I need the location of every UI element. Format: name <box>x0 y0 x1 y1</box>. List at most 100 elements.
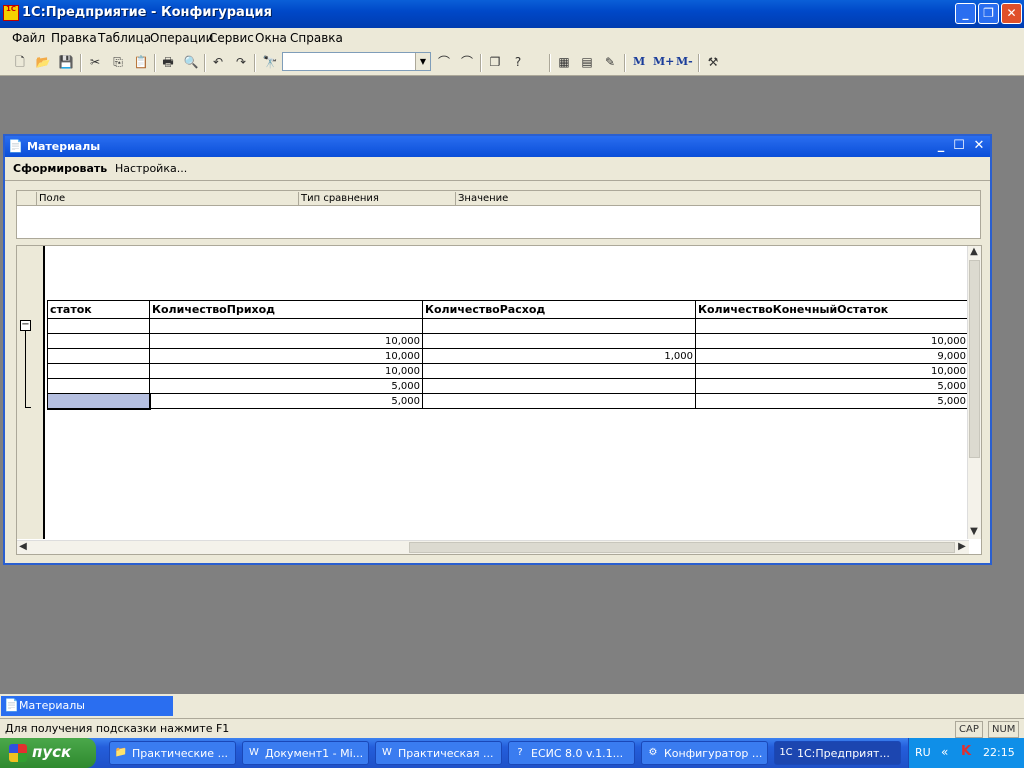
scroll-down-icon[interactable]: ▼ <box>968 526 980 538</box>
task-practical-2[interactable]: W Практическая ... <box>375 741 502 765</box>
table-cell[interactable]: 10,000 <box>149 348 423 364</box>
col-header-quantity-end-balance[interactable]: КоличествоКонечныйОстаток <box>695 300 969 319</box>
find-icon[interactable]: 🔭 <box>262 54 278 70</box>
copy-icon[interactable]: ⎘ <box>110 54 126 70</box>
calculator-icon[interactable]: ▦ <box>556 54 572 70</box>
table-cell[interactable] <box>47 333 150 349</box>
memory-button[interactable]: M <box>633 55 645 68</box>
search-combo[interactable]: ▼ <box>282 52 431 71</box>
task-label: Практическая ... <box>398 747 494 760</box>
find-next-icon[interactable]: ⌒ <box>436 54 452 70</box>
selected-table-cell[interactable] <box>46 392 151 410</box>
vertical-scroll-thumb[interactable] <box>969 260 980 458</box>
tray-expand-icon[interactable]: « <box>941 745 948 759</box>
col-header-balance[interactable]: статок <box>47 300 150 319</box>
table-cell[interactable]: 1,000 <box>422 348 696 364</box>
table-cell[interactable]: 10,000 <box>149 363 423 379</box>
task-esis[interactable]: ? ЕСИС 8.0 v.1.1... <box>508 741 635 765</box>
close-button[interactable]: ✕ <box>1001 3 1022 24</box>
caps-lock-indicator: CAP <box>955 721 983 738</box>
task-configurator[interactable]: ⚙ Конфигуратор ... <box>641 741 768 765</box>
table-cell[interactable]: 10,000 <box>695 333 969 349</box>
menu-edit[interactable]: Правка <box>51 31 97 45</box>
table-cell[interactable]: 10,000 <box>149 333 423 349</box>
settings-button[interactable]: Настройка... <box>115 162 187 175</box>
redo-icon[interactable]: ↷ <box>233 54 249 70</box>
child-minimize-button[interactable]: _ <box>933 138 949 154</box>
memory-minus-button[interactable]: M- <box>676 55 693 68</box>
col-header-quantity-in[interactable]: КоличествоПриход <box>149 300 423 319</box>
table-cell[interactable] <box>422 378 696 394</box>
filter-col-comparison: Тип сравнения <box>298 192 455 206</box>
help-1c-icon[interactable]: ? <box>510 54 526 70</box>
table-cell[interactable] <box>47 378 150 394</box>
menu-help[interactable]: Справка <box>290 31 343 45</box>
table-cell[interactable]: 5,000 <box>695 378 969 394</box>
language-indicator[interactable]: RU <box>915 746 931 759</box>
table-cell[interactable]: 10,000 <box>695 363 969 379</box>
table-cell[interactable] <box>47 318 150 334</box>
start-button[interactable]: пуск <box>0 738 96 768</box>
filter-table[interactable]: Поле Тип сравнения Значение <box>16 190 981 239</box>
menu-file[interactable]: Файл <box>12 31 45 45</box>
save-icon[interactable]: 💾 <box>58 54 74 70</box>
scroll-right-icon[interactable]: ▶ <box>956 541 968 553</box>
task-label: ЕСИС 8.0 v.1.1... <box>531 747 624 760</box>
table-cell[interactable]: 9,000 <box>695 348 969 364</box>
open-icon[interactable]: 📂 <box>35 54 51 70</box>
table-cell[interactable] <box>422 363 696 379</box>
collapse-group-icon[interactable]: − <box>20 320 31 331</box>
table-cell[interactable]: 5,000 <box>149 378 423 394</box>
table-cell[interactable] <box>47 363 150 379</box>
memory-plus-button[interactable]: M+ <box>653 55 674 68</box>
chevron-down-icon[interactable]: ▼ <box>415 53 430 70</box>
print-preview-icon[interactable]: 🔍 <box>183 54 199 70</box>
print-icon[interactable]: 🖶 <box>160 54 176 70</box>
configurator-icon: ⚙ <box>648 747 658 758</box>
table-cell[interactable]: 5,000 <box>149 393 423 409</box>
minimize-button[interactable]: _ <box>955 3 976 24</box>
find-previous-icon[interactable]: ⌒ <box>459 54 475 70</box>
table-cell[interactable] <box>422 333 696 349</box>
filter-col-value: Значение <box>455 192 980 206</box>
paste-icon[interactable]: 📋 <box>133 54 149 70</box>
tools-icon[interactable]: ⚒ <box>705 54 721 70</box>
horizontal-scrollbar[interactable]: ◀ ▶ <box>17 540 969 554</box>
windows-icon[interactable]: ❐ <box>487 54 503 70</box>
scroll-up-icon[interactable]: ▲ <box>968 246 980 258</box>
scroll-left-icon[interactable]: ◀ <box>17 541 29 553</box>
task-1c-enterprise[interactable]: 1С 1С:Предприят... <box>774 741 901 765</box>
table-cell[interactable] <box>47 348 150 364</box>
report-spreadsheet[interactable]: − статок КоличествоПриход КоличествоРасх… <box>16 245 982 555</box>
calendar-icon[interactable]: ▤ <box>579 54 595 70</box>
menu-bar: Файл Правка Таблица Операции Сервис Окна… <box>0 28 1024 50</box>
cut-icon[interactable]: ✂ <box>87 54 103 70</box>
table-cell[interactable] <box>422 318 696 334</box>
new-document-icon[interactable]: 🗋 <box>12 54 28 70</box>
table-cell[interactable] <box>422 393 696 409</box>
menu-operations[interactable]: Операции <box>150 31 213 45</box>
table-cell[interactable] <box>695 318 969 334</box>
table-row: 5,000 5,000 <box>47 378 969 394</box>
menu-service[interactable]: Сервис <box>209 31 254 45</box>
generate-button[interactable]: Сформировать <box>13 162 107 175</box>
tools-wizard-icon[interactable]: ✎ <box>602 54 618 70</box>
status-hint: Для получения подсказки нажмите F1 <box>5 722 230 735</box>
horizontal-scroll-thumb[interactable] <box>409 542 955 553</box>
table-cell[interactable] <box>149 318 423 334</box>
menu-table[interactable]: Таблица <box>98 31 151 45</box>
undo-icon[interactable]: ↶ <box>210 54 226 70</box>
col-header-quantity-out[interactable]: КоличествоРасход <box>422 300 696 319</box>
restore-button[interactable]: ❐ <box>978 3 999 24</box>
child-maximize-button[interactable]: ☐ <box>951 138 967 154</box>
task-practical-1[interactable]: 📁 Практические ... <box>109 741 236 765</box>
window-tab-materials[interactable]: 📄 Материалы <box>1 696 173 716</box>
child-close-button[interactable]: ✕ <box>971 138 987 154</box>
menu-windows[interactable]: Окна <box>255 31 287 45</box>
task-document1[interactable]: W Документ1 - Mi... <box>242 741 369 765</box>
vertical-scrollbar[interactable]: ▲ ▼ <box>967 246 981 539</box>
table-cell[interactable]: 5,000 <box>695 393 969 409</box>
help-icon: ? <box>517 747 523 758</box>
antivirus-icon[interactable]: K <box>961 744 971 759</box>
table-row: 10,000 10,000 <box>47 333 969 349</box>
